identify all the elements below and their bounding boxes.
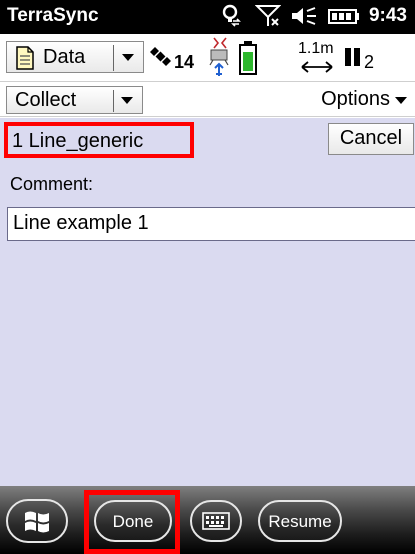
signal-off-icon[interactable] xyxy=(254,4,282,28)
battery-icon[interactable] xyxy=(326,4,362,28)
gps-receiver-icon[interactable] xyxy=(206,36,234,83)
receiver-battery-icon[interactable] xyxy=(238,40,258,81)
dropdown-divider xyxy=(113,45,114,71)
attribute-form: 1 Line_generic Cancel Comment: Line exam… xyxy=(0,118,415,486)
start-button[interactable] xyxy=(6,499,68,543)
resume-button[interactable]: Resume xyxy=(258,500,342,542)
options-label: Options xyxy=(321,88,390,110)
chevron-down-icon xyxy=(395,97,407,104)
clock[interactable]: 9:43 xyxy=(369,5,407,27)
accuracy-value: 1.1m xyxy=(298,40,334,57)
dropdown-divider xyxy=(113,90,114,112)
options-menu-button[interactable]: Options xyxy=(309,86,412,114)
done-button[interactable]: Done xyxy=(94,500,172,542)
toolbar: Data 14 1.1m 2 xyxy=(0,34,415,82)
collect-dropdown[interactable]: Collect xyxy=(6,86,143,114)
data-dropdown-label: Data xyxy=(43,46,86,68)
cancel-button[interactable]: Cancel xyxy=(328,123,414,155)
horizontal-arrow-icon xyxy=(300,60,334,79)
satellite-status[interactable]: 14 xyxy=(148,40,204,78)
data-dropdown[interactable]: Data xyxy=(6,41,144,73)
satellite-count: 14 xyxy=(174,52,195,72)
comment-input[interactable]: Line example 1 xyxy=(7,207,415,241)
satellite-icon xyxy=(148,44,174,73)
app-title: TerraSync xyxy=(7,5,99,26)
feature-name-title: 1 Line_generic xyxy=(4,122,194,158)
accuracy-indicator[interactable]: 1.1m xyxy=(296,38,338,78)
pdop-value: 2 xyxy=(364,52,375,72)
softkey-bar: Done Resume xyxy=(0,486,415,554)
collect-dropdown-label: Collect xyxy=(15,89,77,111)
volume-icon[interactable] xyxy=(289,4,319,28)
status-bar: TerraSync 9:43 xyxy=(0,0,415,34)
windows-logo-icon xyxy=(25,511,49,533)
pdop-bars-icon xyxy=(344,46,362,73)
pdop-indicator[interactable]: 2 xyxy=(344,42,380,76)
keyboard-icon xyxy=(202,512,230,530)
collect-row: Collect Options xyxy=(0,83,415,117)
chevron-down-icon xyxy=(122,54,134,61)
comment-label: Comment: xyxy=(10,174,94,194)
chevron-down-icon xyxy=(121,97,133,104)
keyboard-button[interactable] xyxy=(190,500,242,542)
document-icon xyxy=(15,46,35,75)
connectivity-icon[interactable] xyxy=(218,4,246,28)
